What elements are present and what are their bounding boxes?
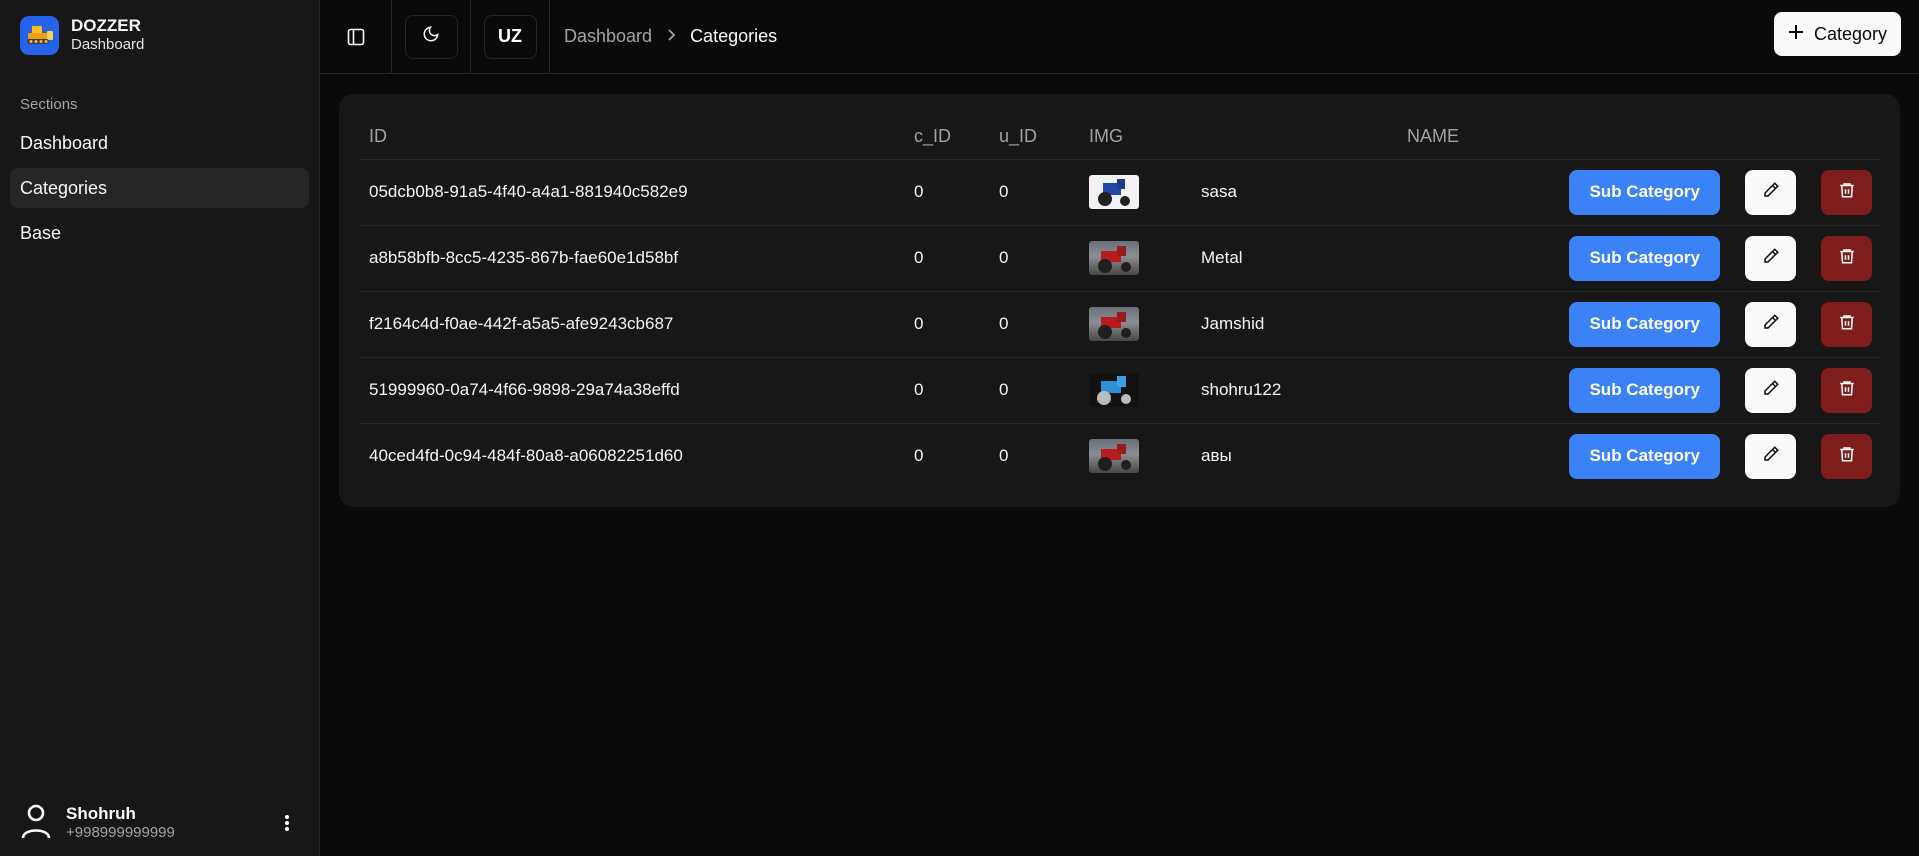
trash-icon <box>1838 181 1856 204</box>
cell-id: 51999960-0a74-4f66-9898-29a74a38effd <box>359 357 914 424</box>
edit-button[interactable] <box>1745 169 1796 215</box>
edit-button[interactable] <box>1745 367 1796 413</box>
main: UZ Dashboard Categories Category ID c_ID… <box>320 0 1919 856</box>
user-profile[interactable]: Shohruh +998999999999 <box>0 790 319 856</box>
trash-icon <box>1838 379 1856 402</box>
cell-c-id: 0 <box>914 159 999 226</box>
topbar: UZ Dashboard Categories Category <box>320 0 1919 74</box>
sub-category-button[interactable]: Sub Category <box>1569 169 1720 215</box>
table-row: a8b58bfb-8cc5-4235-867b-fae60e1d58bf 0 0… <box>359 225 1880 292</box>
header-id: ID <box>359 114 914 160</box>
pencil-icon <box>1762 247 1780 270</box>
tractor-image <box>1089 175 1139 209</box>
brand-subtitle: Dashboard <box>71 36 145 54</box>
brand[interactable]: DOZZER Dashboard <box>0 0 319 70</box>
tractor-image <box>1089 439 1139 474</box>
table-row: 51999960-0a74-4f66-9898-29a74a38effd 0 0… <box>359 357 1880 424</box>
user-icon <box>20 803 52 844</box>
edit-button[interactable] <box>1745 433 1796 479</box>
sidebar-section-label: Sections <box>20 96 78 113</box>
edit-button[interactable] <box>1745 301 1796 347</box>
content: ID c_ID u_ID IMG NAME 05dcb0b8-91a5-4f40… <box>320 74 1919 527</box>
header-u-id: u_ID <box>999 114 1089 160</box>
user-phone: +998999999999 <box>66 824 175 842</box>
cell-c-id: 0 <box>914 357 999 424</box>
pencil-icon <box>1762 445 1780 468</box>
sidebar-item-base[interactable]: Base <box>10 213 309 253</box>
cell-id: f2164c4d-f0ae-442f-a5a5-afe9243cb687 <box>359 291 914 358</box>
cell-id: a8b58bfb-8cc5-4235-867b-fae60e1d58bf <box>359 225 914 292</box>
table-row: 05dcb0b8-91a5-4f40-a4a1-881940c582e9 0 0… <box>359 159 1880 226</box>
user-name: Shohruh <box>66 804 136 823</box>
pencil-icon <box>1762 181 1780 204</box>
categories-table: ID c_ID u_ID IMG NAME 05dcb0b8-91a5-4f40… <box>359 114 1880 489</box>
cell-name: авы <box>1201 446 1232 466</box>
table-row: 40ced4fd-0c94-484f-80a8-a06082251d60 0 0… <box>359 423 1880 489</box>
trash-icon <box>1838 247 1856 270</box>
cell-u-id: 0 <box>999 357 1089 424</box>
pencil-icon <box>1762 379 1780 402</box>
sub-category-button[interactable]: Sub Category <box>1569 433 1720 479</box>
plus-icon <box>1788 24 1804 45</box>
sub-category-button[interactable]: Sub Category <box>1569 235 1720 281</box>
delete-button[interactable] <box>1821 301 1872 347</box>
cell-id: 05dcb0b8-91a5-4f40-a4a1-881940c582e9 <box>359 159 914 226</box>
header-c-id: c_ID <box>914 114 999 160</box>
cell-name: shohru122 <box>1201 357 1460 424</box>
language-button[interactable]: UZ <box>483 14 537 59</box>
table-header-row: ID c_ID u_ID IMG NAME <box>359 114 1880 160</box>
breadcrumb-current: Categories <box>690 26 778 46</box>
moon-icon <box>422 25 440 48</box>
cell-u-id: 0 <box>999 446 1009 466</box>
more-vertical-icon[interactable] <box>275 811 299 835</box>
sub-category-button[interactable]: Sub Category <box>1569 301 1720 347</box>
delete-button[interactable] <box>1821 367 1872 413</box>
trash-icon <box>1838 445 1856 468</box>
delete-button[interactable] <box>1821 235 1872 281</box>
cell-name: Jamshid <box>1201 291 1460 358</box>
delete-button[interactable] <box>1821 433 1872 479</box>
cell-u-id: 0 <box>999 225 1089 292</box>
cell-c-id: 0 <box>914 225 999 292</box>
sidebar-item-dashboard[interactable]: Dashboard <box>10 123 309 163</box>
trash-icon <box>1838 313 1856 336</box>
tractor-image <box>1089 373 1139 407</box>
cell-id: 40ced4fd-0c94-484f-80a8-a06082251d60 <box>369 446 683 466</box>
cell-name: sasa <box>1201 159 1460 226</box>
sidebar-item-categories[interactable]: Categories <box>10 168 309 208</box>
categories-card: ID c_ID u_ID IMG NAME 05dcb0b8-91a5-4f40… <box>339 94 1900 507</box>
tractor-image <box>1089 307 1139 341</box>
pencil-icon <box>1762 313 1780 336</box>
brand-name: DOZZER <box>71 15 141 35</box>
add-category-label: Category <box>1813 23 1887 44</box>
cell-u-id: 0 <box>999 159 1089 226</box>
chevron-right-icon <box>666 26 676 47</box>
cell-c-id: 0 <box>914 446 924 466</box>
sidebar-nav: Dashboard Categories Base <box>0 123 319 253</box>
add-category-button[interactable]: Category <box>1773 12 1901 56</box>
breadcrumb: Dashboard Categories <box>550 26 777 47</box>
theme-toggle-button[interactable] <box>404 14 458 59</box>
delete-button[interactable] <box>1821 169 1872 215</box>
bulldozer-icon <box>20 15 59 55</box>
sub-category-button[interactable]: Sub Category <box>1569 367 1720 413</box>
edit-button[interactable] <box>1745 235 1796 281</box>
breadcrumb-dashboard[interactable]: Dashboard <box>564 26 652 47</box>
tractor-image <box>1089 241 1139 275</box>
sidebar-toggle-icon[interactable] <box>336 17 376 57</box>
header-name: NAME <box>1201 114 1460 160</box>
table-row: f2164c4d-f0ae-442f-a5a5-afe9243cb687 0 0… <box>359 291 1880 358</box>
sidebar: DOZZER Dashboard Sections Dashboard Cate… <box>0 0 320 856</box>
header-img: IMG <box>1089 114 1201 160</box>
cell-name: Metal <box>1201 225 1460 292</box>
cell-u-id: 0 <box>999 291 1089 358</box>
header-actions <box>1459 114 1880 160</box>
cell-c-id: 0 <box>914 291 999 358</box>
